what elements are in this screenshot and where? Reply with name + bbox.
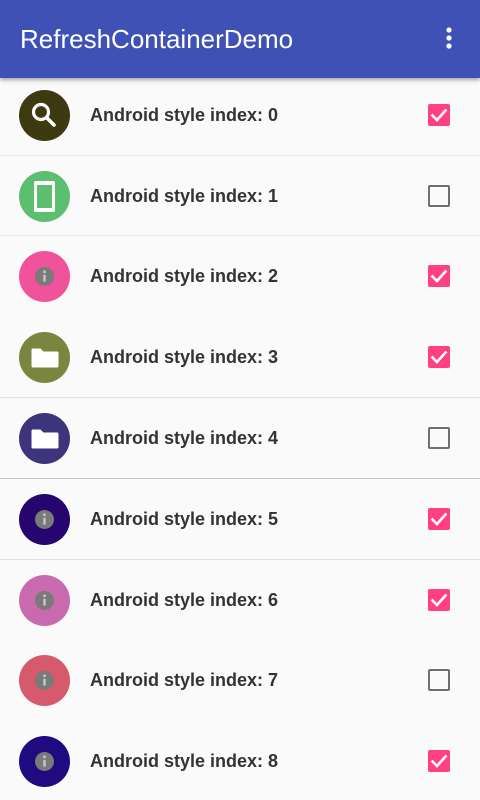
list-item-label: Android style index: 2: [90, 266, 279, 286]
list-item-label: Android style index: 6: [90, 590, 279, 610]
checkbox[interactable]: [428, 104, 450, 126]
checkbox[interactable]: [428, 750, 450, 772]
checkbox[interactable]: [428, 427, 450, 449]
info-icon: [35, 752, 54, 771]
avatar: [19, 413, 70, 464]
list-item-label: Android style index: 0: [90, 105, 279, 125]
list-item[interactable]: Android style index: 0: [0, 75, 480, 155]
folder-icon: [31, 429, 59, 449]
list-item-label: Android style index: 7: [90, 670, 279, 690]
list-item[interactable]: Android style index: 5: [0, 479, 480, 559]
info-icon: [35, 510, 54, 529]
list-item-label: Android style index: 4: [90, 428, 279, 448]
avatar: [19, 736, 70, 787]
list-item[interactable]: Android style index: 2: [0, 236, 480, 316]
avatar: [19, 575, 70, 626]
info-icon: [35, 671, 54, 690]
checkbox[interactable]: [428, 265, 450, 287]
app-bar: RefreshContainerDemo: [0, 0, 480, 78]
avatar: [19, 251, 70, 302]
phone-icon: [34, 181, 55, 212]
check-icon: [430, 593, 448, 607]
avatar: [19, 332, 70, 383]
overflow-menu-button[interactable]: [432, 20, 466, 56]
avatar: [19, 90, 70, 141]
list-item[interactable]: Android style index: 7: [0, 640, 480, 720]
search-icon: [31, 102, 56, 127]
style-list[interactable]: Android style index: 0 Android style inde…: [0, 75, 480, 800]
avatar: [19, 655, 70, 706]
list-item-label: Android style index: 8: [90, 751, 279, 771]
list-item-label: Android style index: 1: [90, 186, 279, 206]
avatar: [19, 494, 70, 545]
check-icon: [430, 269, 448, 283]
list-item-label: Android style index: 3: [90, 347, 279, 367]
list-item[interactable]: Android style index: 4: [0, 398, 480, 478]
check-icon: [430, 754, 448, 768]
list-item[interactable]: Android style index: 1: [0, 156, 480, 236]
list-item-label: Android style index: 5: [90, 509, 279, 529]
check-icon: [430, 350, 448, 364]
avatar: [19, 171, 70, 222]
list-item[interactable]: Android style index: 3: [0, 317, 480, 397]
check-icon: [430, 512, 448, 526]
checkbox[interactable]: [428, 346, 450, 368]
info-icon: [35, 591, 54, 610]
list-item[interactable]: Android style index: 6: [0, 560, 480, 640]
app-title: RefreshContainerDemo: [20, 24, 294, 54]
checkbox[interactable]: [428, 508, 450, 530]
checkbox[interactable]: [428, 589, 450, 611]
check-icon: [430, 108, 448, 122]
more-vert-icon: [446, 27, 452, 49]
checkbox[interactable]: [428, 669, 450, 691]
list-item[interactable]: Android style index: 8: [0, 721, 480, 800]
checkbox[interactable]: [428, 185, 450, 207]
info-icon: [35, 267, 54, 286]
folder-icon: [31, 348, 59, 368]
